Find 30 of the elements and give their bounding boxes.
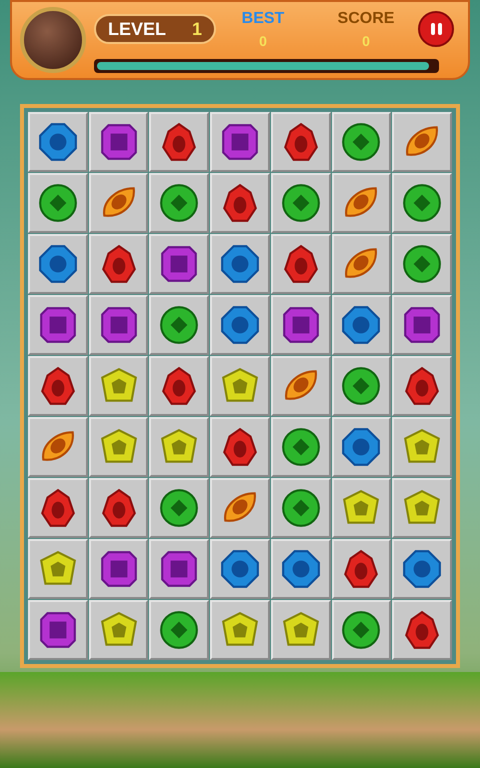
octagon-gem-icon[interactable] xyxy=(340,426,382,468)
round-gem-icon[interactable] xyxy=(340,121,382,163)
octagon-gem-icon[interactable] xyxy=(218,243,261,285)
level-value: 1 xyxy=(192,18,202,41)
octagon-gem-icon[interactable] xyxy=(36,121,79,163)
score-value: 0 xyxy=(362,32,370,51)
octagon-gem-icon[interactable] xyxy=(218,548,261,590)
octagon-gem-icon[interactable] xyxy=(36,243,79,285)
round-gem-icon[interactable] xyxy=(280,487,322,529)
round-gem-icon[interactable] xyxy=(280,426,322,468)
score-label: SCORE xyxy=(338,9,394,29)
octagon-gem-icon[interactable] xyxy=(280,548,322,590)
octagon-gem-icon[interactable] xyxy=(340,304,382,346)
best-value: 0 xyxy=(259,32,267,51)
round-gem-icon[interactable] xyxy=(280,182,322,224)
round-gem-icon[interactable] xyxy=(158,609,200,651)
round-gem-icon[interactable] xyxy=(401,243,444,285)
pause-icon xyxy=(430,23,442,35)
round-gem-icon[interactable] xyxy=(158,182,200,224)
octagon-gem-icon[interactable] xyxy=(401,548,444,590)
round-gem-icon[interactable] xyxy=(158,487,200,529)
round-gem-icon[interactable] xyxy=(340,365,382,407)
octagon-gem-icon[interactable] xyxy=(218,304,261,346)
round-gem-icon[interactable] xyxy=(340,609,382,651)
best-label: BEST xyxy=(242,9,284,29)
level-label: LEVEL xyxy=(108,18,166,41)
round-gem-icon[interactable] xyxy=(401,182,444,224)
round-gem-icon[interactable] xyxy=(36,182,79,224)
round-gem-icon[interactable] xyxy=(158,304,200,346)
pause-button[interactable] xyxy=(418,11,454,47)
